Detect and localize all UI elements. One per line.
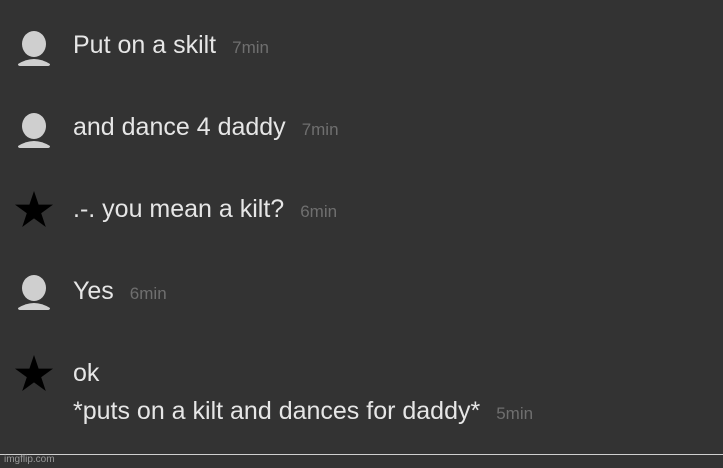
watermark: imgflip.com [4,454,55,465]
message-timestamp: 6min [129,284,167,303]
message-body: Yes [73,277,114,305]
message-timestamp: 7min [232,38,269,57]
star-icon [14,190,54,230]
star-icon [14,354,54,394]
message-text: Put on a skilt 7min [73,26,269,67]
footer-strip [0,455,723,468]
person-icon [14,272,54,312]
message-timestamp: 6min [300,202,338,221]
message-body: ok [73,359,100,387]
message-text: Yes 6min [73,272,167,313]
message-text: .-. you mean a kilt? 6min [73,190,337,231]
message-timestamp: 5min [496,404,534,423]
person-icon [14,28,54,68]
message-body: Put on a skilt [73,31,217,59]
message-timestamp: 7min [301,120,339,139]
message-body-line-2: *puts on a kilt and dances for daddy* [73,397,481,425]
message-text: ok *puts on a kilt and dances for daddy*… [73,354,533,433]
message-body: .-. you mean a kilt? [73,195,285,223]
person-icon [14,110,54,150]
message-text: and dance 4 daddy 7min [73,108,339,149]
message-body: and dance 4 daddy [73,113,286,141]
